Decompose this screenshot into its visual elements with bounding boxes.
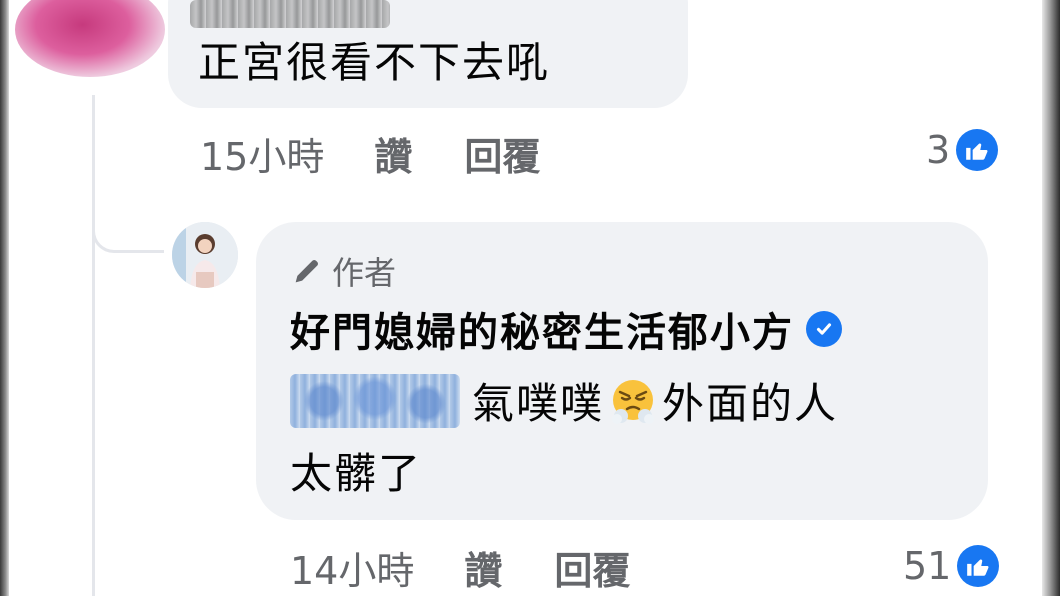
blurred-commenter-name [190,0,390,28]
commenter-name-text[interactable]: 好門媳婦的秘密生活郁小方 [290,300,794,358]
comment-actions: 15小時 讚 回覆 [200,126,540,181]
reply-button[interactable]: 回覆 [554,540,630,595]
reaction-summary[interactable]: 3 [926,128,999,172]
author-avatar[interactable] [172,222,238,288]
comment-time[interactable]: 15小時 [200,126,324,181]
reply-actions: 14小時 讚 回覆 [290,540,630,595]
reply-text-line-1: 氣噗噗 外面的人 [290,370,838,431]
reply-time[interactable]: 14小時 [290,540,414,595]
author-badge-label: 作者 [332,254,397,292]
like-button[interactable]: 讚 [464,540,502,595]
like-button[interactable]: 讚 [374,126,412,181]
huffing-face-emoji [612,379,655,424]
avatar[interactable] [15,0,165,77]
reaction-count: 51 [903,544,952,588]
reaction-summary[interactable]: 51 [903,544,1000,588]
thread-line [92,95,95,596]
pen-icon [295,260,318,283]
photo-edge-left [0,0,9,596]
thread-connector [92,205,164,253]
reply-text-line-2: 太髒了 [290,449,423,498]
reaction-count: 3 [926,128,951,172]
reply-text-part: 外面的人 [662,379,839,428]
thumbs-up-icon [956,129,999,171]
reply-button[interactable]: 回覆 [464,126,540,181]
commenter-name[interactable]: 好門媳婦的秘密生活郁小方 [290,300,842,358]
reply-text-part: 氣噗噗 [472,379,605,428]
author-badge: 作者 [290,248,396,294]
comment-text: 正宮很看不下去吼 [198,38,551,87]
verified-badge-icon [806,311,842,347]
blurred-mention[interactable] [290,373,460,428]
thumbs-up-icon [957,545,1000,587]
photo-edge-right [1042,0,1060,596]
